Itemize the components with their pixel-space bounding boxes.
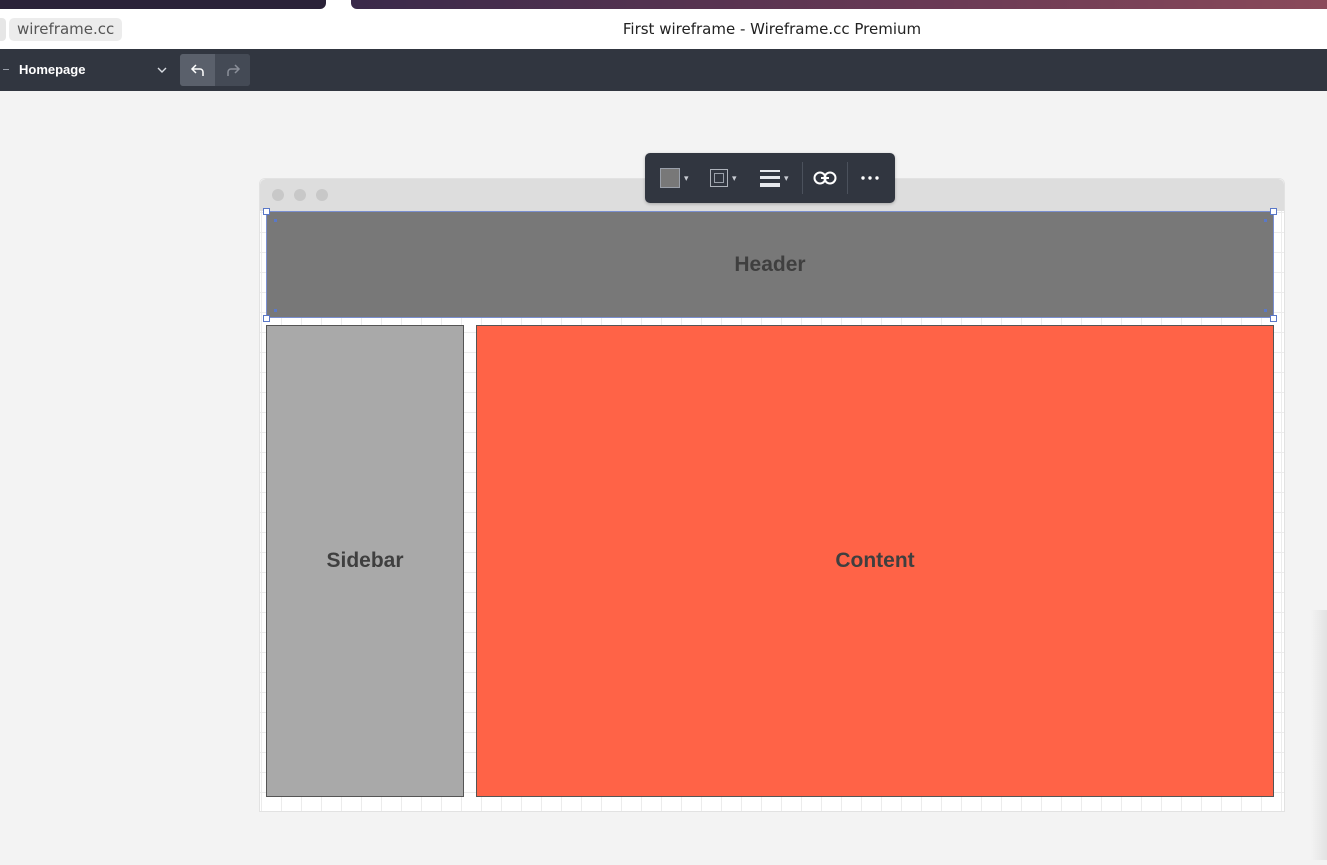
sidebar-label: Sidebar [326,549,404,572]
link-button[interactable] [813,162,837,194]
page-indent-marker [3,69,9,70]
undo-icon [190,64,204,76]
resize-handle-top-right[interactable] [1270,208,1277,215]
corner-marker [274,219,277,222]
corner-marker [1264,219,1267,222]
panel-shadow [1311,610,1327,860]
fill-color-swatch [660,168,680,188]
history-group [180,54,250,86]
chevron-down-icon [157,61,167,84]
frame-dot-icon [316,189,328,201]
page-selector[interactable]: Homepage [19,61,169,79]
line-weight-icon [760,170,780,187]
caret-down-icon: ▾ [784,172,789,183]
browser-tab[interactable] [0,0,326,9]
frame-dot-icon [294,189,306,201]
resize-handle-bottom-left[interactable] [263,315,270,322]
browser-title-bar: wireframe.cc First wireframe - Wireframe… [0,9,1327,49]
sidebar-block[interactable]: Sidebar [266,325,464,797]
content-label: Content [835,549,915,572]
window-title: First wireframe - Wireframe.cc Premium [0,18,1327,41]
more-icon [861,176,879,180]
redo-icon [226,64,240,76]
line-weight-button[interactable]: ▾ [760,162,789,194]
element-format-toolbar: ▾ ▾ ▾ [645,153,895,203]
window-title-text: First wireframe - Wireframe.cc Premium [622,20,922,38]
undo-button[interactable] [180,54,215,86]
browser-tab-strip [0,0,1327,9]
corner-marker [274,309,277,312]
header-label: Header [734,252,806,276]
border-icon [710,169,728,187]
link-icon [813,171,837,185]
page-selector-label: Homepage [19,62,86,77]
app-toolbar: Homepage [0,49,1327,91]
toolbar-divider [847,162,848,194]
content-block[interactable]: Content [476,325,1274,797]
fill-color-button[interactable]: ▾ [660,162,689,194]
header-block[interactable]: Header [266,211,1274,318]
resize-handle-top-left[interactable] [263,208,270,215]
more-options-button[interactable] [861,162,879,194]
browser-tab-active[interactable] [351,0,1327,9]
border-style-button[interactable]: ▾ [710,162,737,194]
frame-dot-icon [272,189,284,201]
toolbar-divider [802,162,803,194]
caret-down-icon: ▾ [684,172,689,183]
corner-marker [1264,309,1267,312]
caret-down-icon: ▾ [732,172,737,183]
resize-handle-bottom-right[interactable] [1270,315,1277,322]
redo-button[interactable] [215,54,250,86]
